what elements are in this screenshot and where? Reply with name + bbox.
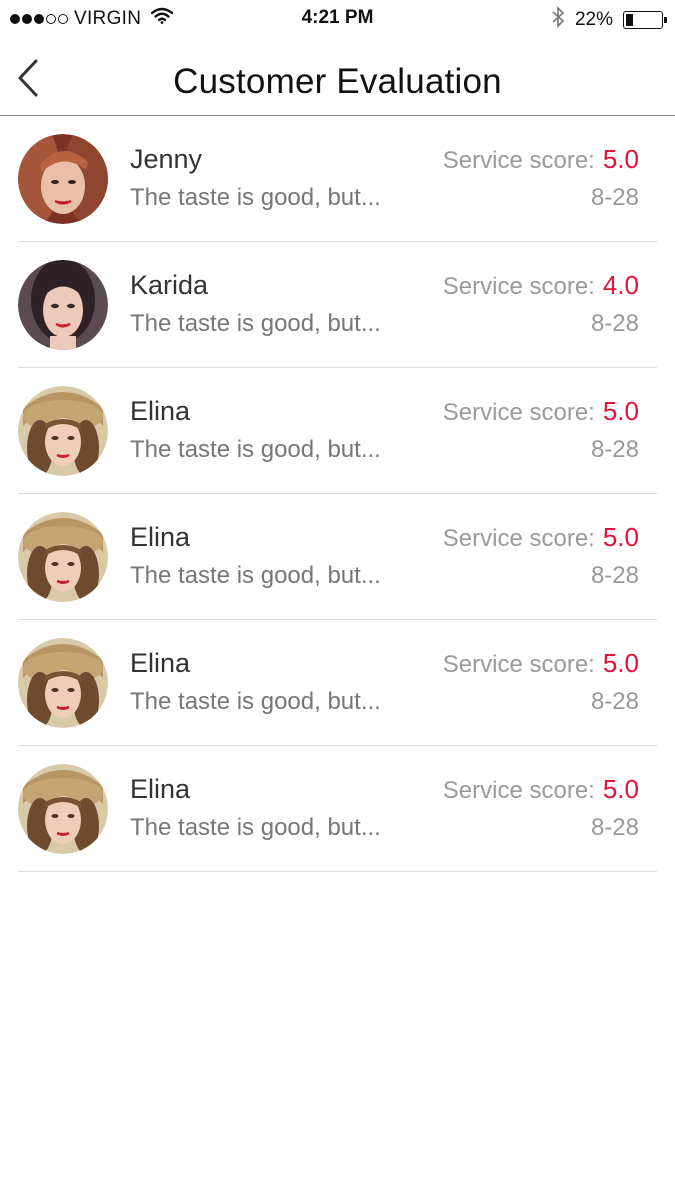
avatar	[18, 512, 108, 602]
service-score: Service score: 4.0	[443, 270, 639, 301]
service-score-value: 5.0	[602, 522, 639, 552]
reviewer-name: Elina	[130, 648, 191, 678]
status-right: 22%	[551, 6, 667, 34]
review-item[interactable]: Elina The taste is good, but... Service sc…	[18, 746, 657, 872]
review-list: Jenny The taste is good, but... Service sc…	[18, 116, 657, 872]
reviewer-name: Karida	[130, 270, 209, 300]
service-score: Service score: 5.0	[443, 648, 639, 679]
review-snippet: The taste is good, but...	[130, 562, 381, 589]
avatar	[18, 638, 108, 728]
review-item[interactable]: Karida The taste is good, but... Service s…	[18, 242, 657, 368]
service-score: Service score: 5.0	[443, 522, 639, 553]
reviewer-name: Elina	[130, 774, 191, 804]
review-snippet: The taste is good, but...	[130, 310, 381, 337]
page-title: Customer Evaluation	[173, 62, 502, 101]
service-score-value: 5.0	[602, 774, 639, 804]
reviewer-name: Elina	[130, 396, 191, 426]
reviewer-name: Jenny	[130, 144, 203, 174]
service-score-value: 5.0	[602, 144, 639, 174]
service-score-value: 5.0	[602, 648, 639, 678]
review-date: 8-28	[590, 184, 639, 211]
review-item[interactable]: Elina The taste is good, but... Service sc…	[18, 620, 657, 746]
review-date: 8-28	[590, 562, 639, 589]
review-snippet: The taste is good, but...	[130, 814, 381, 841]
review-date: 8-28	[590, 436, 639, 463]
avatar	[18, 764, 108, 854]
review-date: 8-28	[590, 688, 639, 715]
service-score: Service score: 5.0	[443, 144, 639, 175]
avatar	[18, 260, 108, 350]
service-score-value: 4.0	[602, 270, 639, 300]
service-score-label: Service score:	[442, 273, 595, 300]
service-score: Service score: 5.0	[443, 396, 639, 427]
service-score-value: 5.0	[602, 396, 639, 426]
status-bar: VIRGIN 4:21 PM 22%	[0, 0, 675, 38]
review-snippet: The taste is good, but...	[130, 436, 381, 463]
review-date: 8-28	[590, 310, 639, 337]
service-score-label: Service score:	[442, 651, 595, 678]
avatar	[18, 134, 108, 224]
bluetooth-icon	[551, 6, 565, 34]
battery-percentage: 22%	[574, 9, 613, 30]
service-score-label: Service score:	[442, 525, 595, 552]
review-item[interactable]: Elina The taste is good, but... Service sc…	[18, 494, 657, 620]
review-item[interactable]: Elina The taste is good, but... Service sc…	[18, 368, 657, 494]
avatar	[18, 386, 108, 476]
battery-icon	[623, 11, 667, 29]
service-score-label: Service score:	[442, 147, 595, 174]
review-snippet: The taste is good, but...	[130, 688, 381, 715]
service-score-label: Service score:	[442, 399, 595, 426]
review-snippet: The taste is good, but...	[130, 184, 381, 211]
nav-bar: Customer Evaluation	[0, 38, 675, 116]
reviewer-name: Elina	[130, 522, 191, 552]
review-date: 8-28	[590, 814, 639, 841]
review-item[interactable]: Jenny The taste is good, but... Service sc…	[18, 116, 657, 242]
service-score-label: Service score:	[442, 777, 595, 804]
service-score: Service score: 5.0	[443, 774, 639, 805]
